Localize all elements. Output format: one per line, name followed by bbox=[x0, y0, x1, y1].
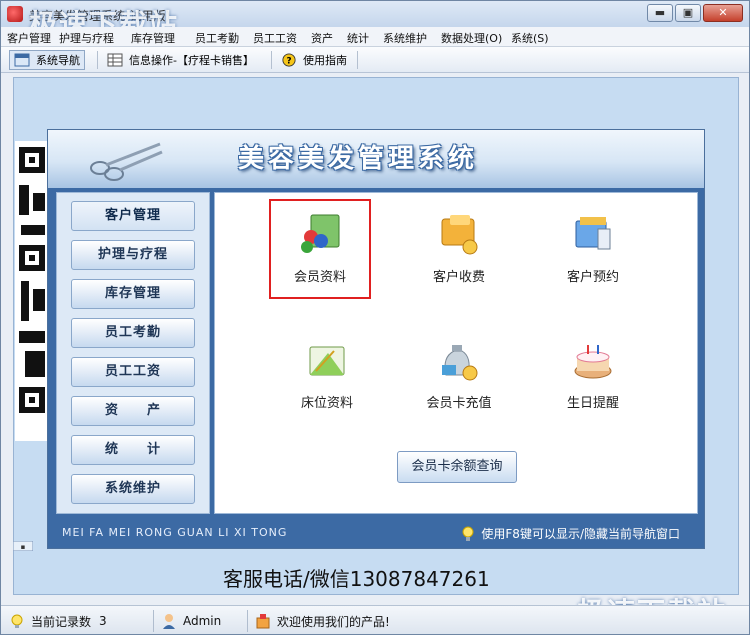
toolbar-separator bbox=[271, 51, 272, 69]
status-welcome: 欢迎使用我们的产品! bbox=[255, 610, 390, 632]
menu-attendance[interactable]: 员工考勤 bbox=[195, 30, 239, 46]
product-box-icon bbox=[256, 614, 270, 629]
member-info-icon bbox=[301, 214, 340, 253]
status-record-count: 当前记录数 3 bbox=[9, 610, 107, 632]
func-bed-info[interactable]: 床位资料 bbox=[279, 327, 375, 423]
card-recharge-icon bbox=[442, 345, 478, 381]
app-logo-icon bbox=[7, 6, 23, 22]
svg-text:▪: ▪ bbox=[21, 543, 26, 551]
menu-data[interactable]: 数据处理(O) bbox=[441, 30, 502, 46]
qr-code-image bbox=[15, 141, 49, 441]
customer-charge-icon bbox=[441, 215, 478, 255]
footer-tip: 使用F8键可以显示/隐藏当前导航窗口 bbox=[461, 525, 680, 542]
menu-assets[interactable]: 资产 bbox=[311, 30, 333, 46]
lightbulb-status-icon bbox=[11, 614, 23, 628]
close-button[interactable]: ✕ bbox=[703, 4, 743, 22]
function-area: 会员资料 客户收费 客户预约 床位资料 会员卡充值 生日提醒 会员卡余额查询 bbox=[214, 192, 698, 514]
lightbulb-icon bbox=[462, 526, 474, 541]
toolbar-separator bbox=[97, 51, 98, 69]
func-customer-charge-label: 客户收费 bbox=[432, 270, 485, 285]
title-bar: 美容美发管理系统(试用版) 极速下载站 ▬ ▣ ✕ bbox=[1, 1, 749, 41]
func-birthday-reminder-label: 生日提醒 bbox=[566, 396, 619, 411]
func-customer-booking-label: 客户预约 bbox=[566, 270, 619, 285]
minimize-button[interactable]: ▬ bbox=[647, 4, 673, 22]
func-customer-charge[interactable]: 客户收费 bbox=[411, 201, 507, 297]
toolbar: 系统导航 信息操作-【疗程卡销售】 ? 使用指南 bbox=[1, 47, 749, 73]
func-customer-booking[interactable]: 客户预约 bbox=[545, 201, 641, 297]
menu-salary[interactable]: 员工工资 bbox=[253, 30, 297, 46]
bed-info-icon bbox=[309, 346, 345, 376]
menu-statistics[interactable]: 统计 bbox=[347, 30, 369, 46]
birthday-reminder-icon bbox=[574, 345, 612, 379]
menu-customer[interactable]: 客户管理 bbox=[7, 30, 51, 46]
tab-system-nav-label: 系统导航 bbox=[36, 54, 80, 67]
func-bed-info-label: 床位资料 bbox=[300, 396, 353, 411]
maximize-button[interactable]: ▣ bbox=[675, 4, 701, 22]
footer-pinyin: MEI FA MEI RONG GUAN LI XI TONG bbox=[62, 526, 288, 539]
customer-booking-icon bbox=[575, 217, 611, 250]
card-balance-query-button[interactable]: 会员卡余额查询 bbox=[397, 451, 517, 483]
menu-bar: 客户管理 护理与疗程 库存管理 员工考勤 员工工资 资产 统计 系统维护 数据处… bbox=[1, 27, 749, 47]
side-btn-assets[interactable]: 资 产 bbox=[71, 396, 195, 426]
scissors-icon bbox=[90, 142, 163, 181]
small-logo-icon: ▪ bbox=[13, 541, 33, 551]
toolbar-separator bbox=[357, 51, 358, 69]
tab-info-operation[interactable]: 信息操作-【疗程卡销售】 bbox=[103, 50, 258, 70]
status-separator bbox=[247, 610, 248, 632]
panel-title: 美容美发管理系统 bbox=[238, 144, 479, 174]
svg-text:?: ? bbox=[286, 57, 291, 67]
current-user: Admin bbox=[183, 614, 222, 628]
window-controls: ▬ ▣ ✕ bbox=[647, 4, 743, 22]
status-separator bbox=[153, 610, 154, 632]
user-avatar-icon bbox=[163, 614, 175, 629]
side-btn-salary[interactable]: 员工工资 bbox=[71, 357, 195, 387]
panel-header: 美容美发管理系统 bbox=[48, 130, 704, 188]
side-btn-inventory[interactable]: 库存管理 bbox=[71, 279, 195, 309]
func-card-recharge[interactable]: 会员卡充值 bbox=[411, 327, 507, 423]
tab-user-guide-label: 使用指南 bbox=[303, 54, 347, 67]
func-birthday-reminder[interactable]: 生日提醒 bbox=[545, 327, 641, 423]
panel-footer: MEI FA MEI RONG GUAN LI XI TONG 使用F8键可以显… bbox=[48, 518, 704, 548]
footer-tip-text: 使用F8键可以显示/隐藏当前导航窗口 bbox=[481, 527, 680, 541]
side-btn-statistics[interactable]: 统 计 bbox=[71, 435, 195, 465]
nav-window-icon bbox=[14, 53, 30, 67]
menu-care[interactable]: 护理与疗程 bbox=[59, 30, 114, 46]
tab-system-nav[interactable]: 系统导航 bbox=[9, 50, 85, 70]
func-card-recharge-label: 会员卡充值 bbox=[426, 396, 492, 411]
menu-maintenance[interactable]: 系统维护 bbox=[383, 30, 427, 46]
welcome-text: 欢迎使用我们的产品! bbox=[277, 614, 390, 629]
record-count-value: 3 bbox=[99, 614, 107, 628]
tab-info-operation-label: 信息操作-【疗程卡销售】 bbox=[129, 54, 254, 67]
side-btn-maintenance[interactable]: 系统维护 bbox=[71, 474, 195, 504]
app-window: 美容美发管理系统(试用版) 极速下载站 ▬ ▣ ✕ 客户管理 护理与疗程 库存管… bbox=[0, 0, 750, 635]
record-count-label: 当前记录数 bbox=[31, 614, 92, 629]
side-btn-attendance[interactable]: 员工考勤 bbox=[71, 318, 195, 348]
tab-user-guide[interactable]: ? 使用指南 bbox=[277, 50, 351, 70]
help-icon: ? bbox=[282, 53, 296, 67]
grid-table-icon bbox=[107, 53, 123, 67]
side-btn-customer[interactable]: 客户管理 bbox=[71, 201, 195, 231]
side-btn-care[interactable]: 护理与疗程 bbox=[71, 240, 195, 270]
menu-inventory[interactable]: 库存管理 bbox=[131, 30, 175, 46]
func-member-info-label: 会员资料 bbox=[293, 270, 346, 285]
menu-system[interactable]: 系统(S) bbox=[511, 30, 549, 46]
status-user: Admin bbox=[161, 610, 221, 632]
navigation-panel: 美容美发管理系统 客户管理 护理与疗程 库存管理 员工考勤 员工工资 资 产 统… bbox=[47, 129, 705, 549]
func-member-info[interactable]: 会员资料 bbox=[269, 199, 371, 299]
status-bar: 当前记录数 3 Admin 欢迎使用我们的产品! bbox=[1, 605, 749, 634]
service-contact: 客服电话/微信13087847261 bbox=[223, 567, 490, 591]
side-menu: 客户管理 护理与疗程 库存管理 员工考勤 员工工资 资 产 统 计 系统维护 bbox=[56, 192, 210, 514]
